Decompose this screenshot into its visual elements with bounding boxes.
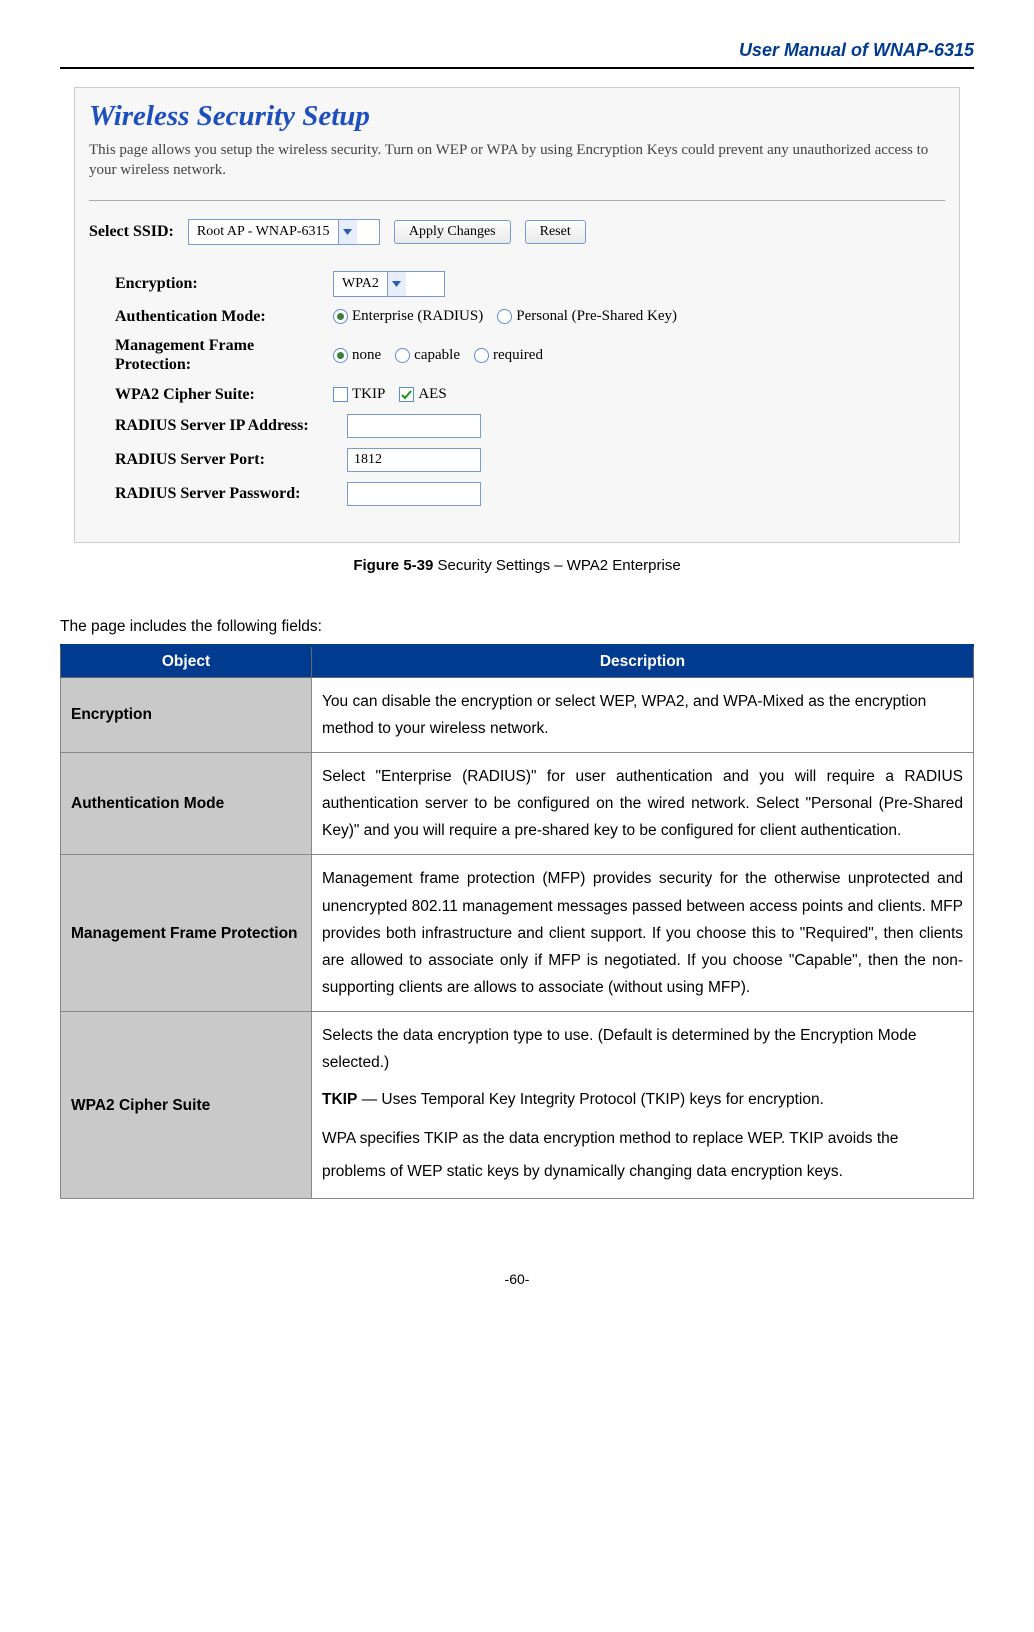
row-radius-ip: RADIUS Server IP Address: <box>115 414 945 438</box>
desc-p2: TKIP — Uses Temporal Key Integrity Proto… <box>322 1086 963 1113</box>
desc-p3: WPA specifies TKIP as the data encryptio… <box>322 1123 963 1188</box>
label-auth-mode: Authentication Mode: <box>115 307 333 326</box>
obj-cell: Management Frame Protection <box>61 855 312 1012</box>
label-cipher: WPA2 Cipher Suite: <box>115 385 333 404</box>
mfp-capable[interactable]: capable <box>395 347 460 364</box>
mfp-opt1-label: none <box>352 347 381 364</box>
ssid-select[interactable]: Root AP - WNAP-6315 <box>188 219 380 245</box>
mfp-none[interactable]: none <box>333 347 381 364</box>
table-row: Encryption You can disable the encryptio… <box>61 677 974 752</box>
desc-cell: Select "Enterprise (RADIUS)" for user au… <box>312 753 974 855</box>
doc-header-title: User Manual of WNAP-6315 <box>60 40 974 61</box>
mfp-required[interactable]: required <box>474 347 543 364</box>
cipher-opt2-label: AES <box>418 386 446 403</box>
table-row: Management Frame Protection Management f… <box>61 855 974 1012</box>
checkbox-icon <box>333 387 348 402</box>
label-radius-pw: RADIUS Server Password: <box>115 484 347 503</box>
panel-intro: This page allows you setup the wireless … <box>89 141 945 196</box>
security-setup-panel: Wireless Security Setup This page allows… <box>74 87 960 543</box>
radio-icon <box>474 348 489 363</box>
radio-icon <box>395 348 410 363</box>
radio-icon <box>333 309 348 324</box>
radius-ip-input[interactable] <box>347 414 481 438</box>
desc-cell: Selects the data encryption type to use.… <box>312 1012 974 1199</box>
obj-cell: WPA2 Cipher Suite <box>61 1012 312 1199</box>
apply-changes-button[interactable]: Apply Changes <box>394 220 511 244</box>
auth-mode-opt1-label: Enterprise (RADIUS) <box>352 308 483 325</box>
ssid-label: Select SSID: <box>89 223 174 241</box>
label-mfp: Management Frame Protection: <box>115 336 333 374</box>
row-cipher: WPA2 Cipher Suite: TKIP AES <box>115 385 945 404</box>
th-description: Description <box>312 645 974 677</box>
row-auth-mode: Authentication Mode: Enterprise (RADIUS)… <box>115 307 945 326</box>
auth-mode-opt2-label: Personal (Pre-Shared Key) <box>516 308 677 325</box>
form-grid: Encryption: WPA2 Authentication Mode: En… <box>115 271 945 506</box>
checkbox-icon <box>399 387 414 402</box>
desc-cell: You can disable the encryption or select… <box>312 677 974 752</box>
cipher-opt1-label: TKIP <box>352 386 385 403</box>
figure-number: Figure 5-39 <box>353 557 433 574</box>
label-radius-ip: RADIUS Server IP Address: <box>115 416 347 435</box>
encryption-value: WPA2 <box>334 276 387 292</box>
definition-table: Object Description Encryption You can di… <box>60 644 974 1200</box>
desc-cell: Management frame protection (MFP) provid… <box>312 855 974 1012</box>
table-row: WPA2 Cipher Suite Selects the data encry… <box>61 1012 974 1199</box>
lead-text: The page includes the following fields: <box>60 618 974 636</box>
cipher-aes[interactable]: AES <box>399 386 446 403</box>
auth-mode-enterprise[interactable]: Enterprise (RADIUS) <box>333 308 483 325</box>
table-row: Authentication Mode Select "Enterprise (… <box>61 753 974 855</box>
row-radius-port: RADIUS Server Port: 1812 <box>115 448 945 472</box>
radio-icon <box>497 309 512 324</box>
row-mfp: Management Frame Protection: none capabl… <box>115 336 945 374</box>
ssid-value: Root AP - WNAP-6315 <box>189 224 338 240</box>
obj-cell: Encryption <box>61 677 312 752</box>
mfp-opt2-label: capable <box>414 347 460 364</box>
page-number: -60- <box>60 1271 974 1287</box>
panel-title: Wireless Security Setup <box>89 94 945 141</box>
cipher-tkip[interactable]: TKIP <box>333 386 385 403</box>
label-radius-port: RADIUS Server Port: <box>115 450 347 469</box>
radio-icon <box>333 348 348 363</box>
radius-port-input[interactable]: 1812 <box>347 448 481 472</box>
auth-mode-personal[interactable]: Personal (Pre-Shared Key) <box>497 308 677 325</box>
label-encryption: Encryption: <box>115 274 333 293</box>
chevron-down-icon <box>387 272 406 296</box>
figure-text: Security Settings – WPA2 Enterprise <box>433 557 680 574</box>
header-rule <box>60 67 974 69</box>
encryption-select[interactable]: WPA2 <box>333 271 445 297</box>
th-object: Object <box>61 645 312 677</box>
radius-pw-input[interactable] <box>347 482 481 506</box>
chevron-down-icon <box>338 220 357 244</box>
row-radius-pw: RADIUS Server Password: <box>115 482 945 506</box>
reset-button[interactable]: Reset <box>525 220 586 244</box>
figure-caption: Figure 5-39 Security Settings – WPA2 Ent… <box>60 557 974 574</box>
panel-divider <box>89 200 945 201</box>
row-encryption: Encryption: WPA2 <box>115 271 945 297</box>
desc-p1: Selects the data encryption type to use.… <box>322 1022 963 1076</box>
ssid-row: Select SSID: Root AP - WNAP-6315 Apply C… <box>89 219 945 245</box>
mfp-opt3-label: required <box>493 347 543 364</box>
obj-cell: Authentication Mode <box>61 753 312 855</box>
